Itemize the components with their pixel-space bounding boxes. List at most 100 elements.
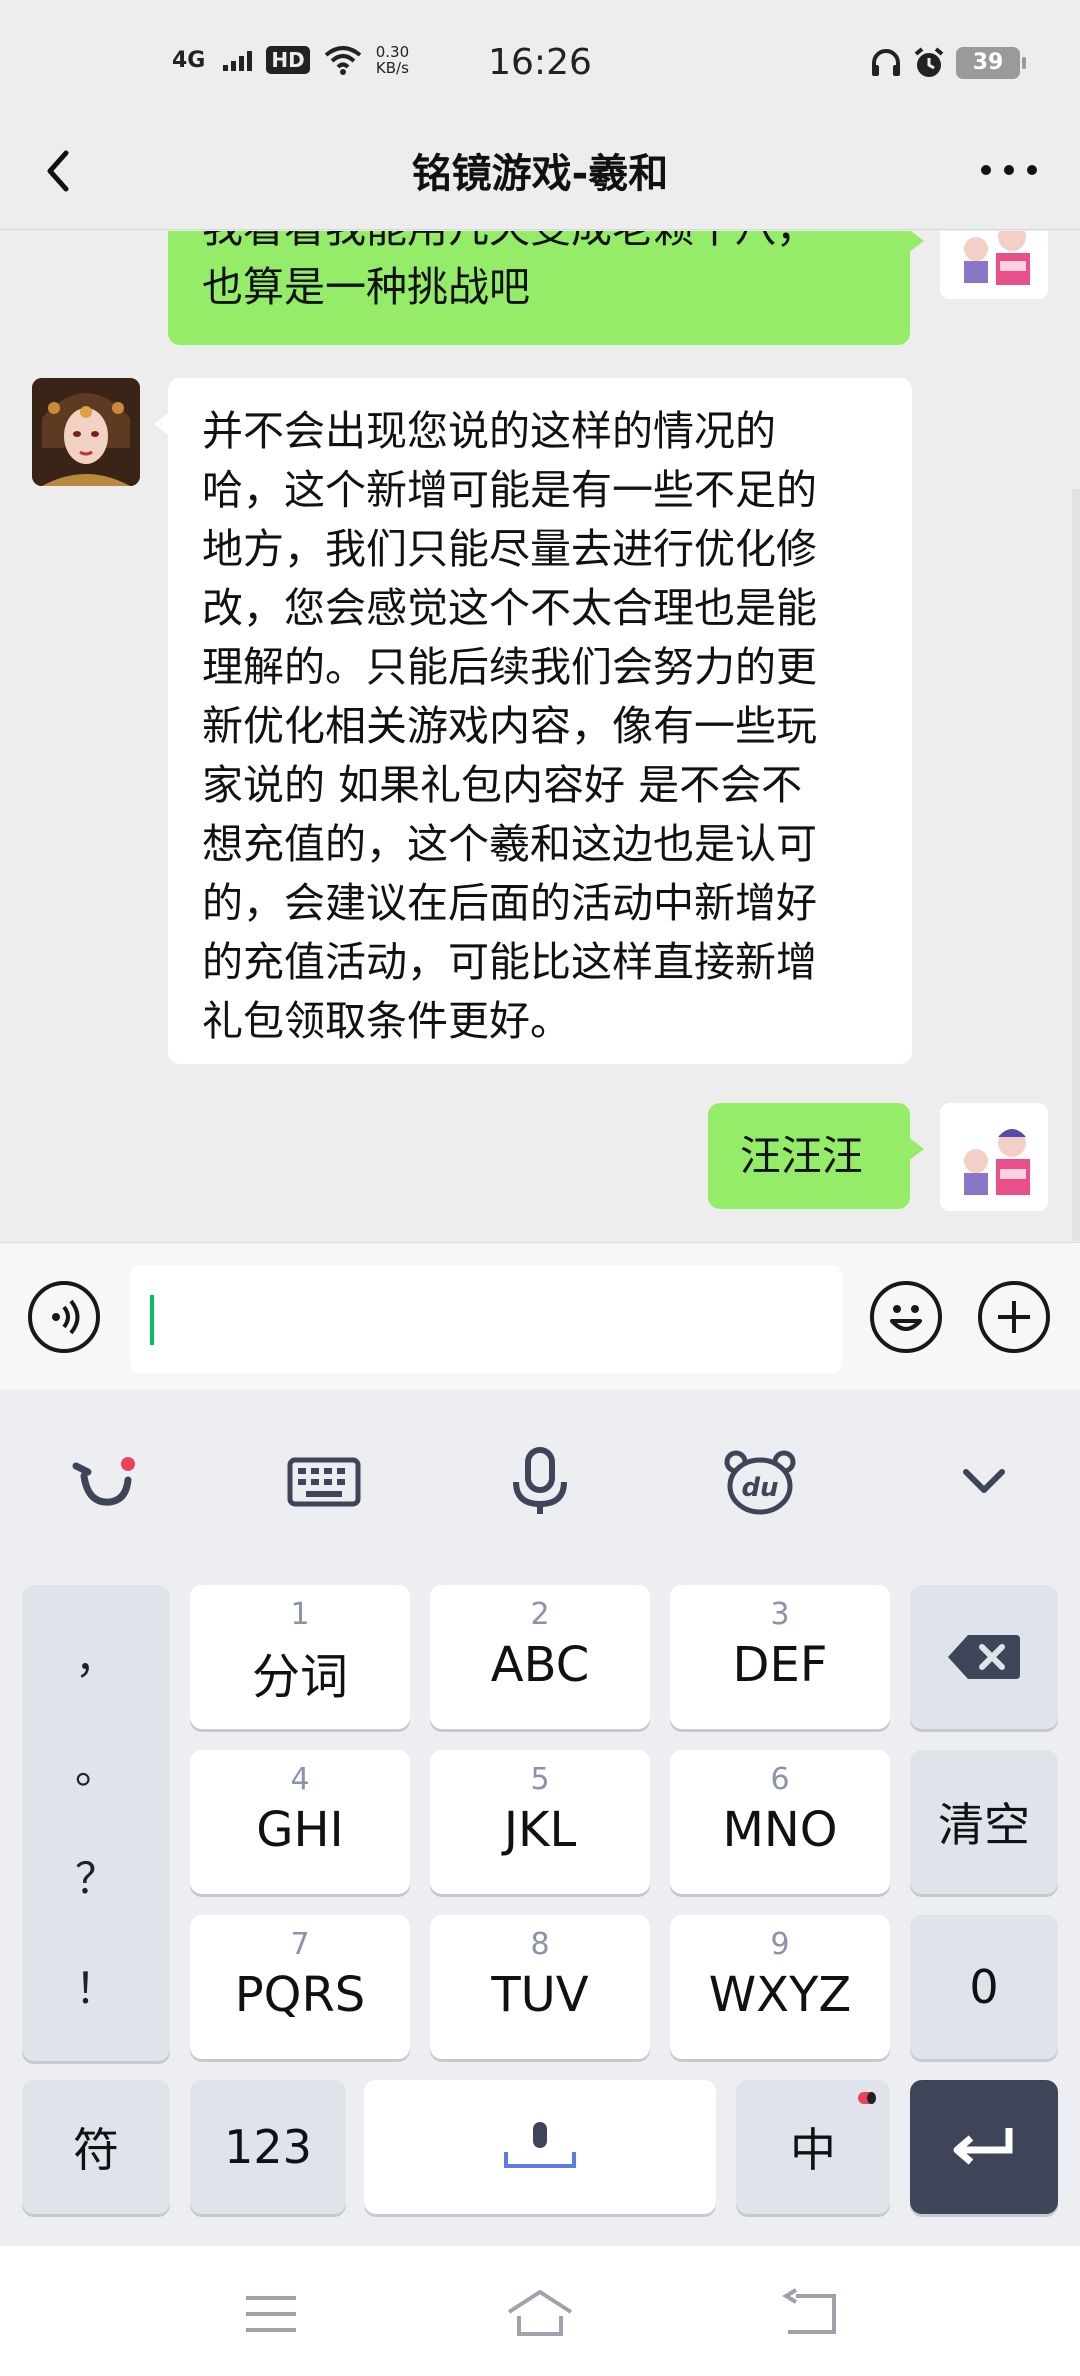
message-line: 也算是一种挑战吧 (202, 263, 530, 311)
key-number: 2 (530, 1597, 550, 1632)
key-2[interactable]: 2 ABC (430, 1585, 650, 1729)
more-icon[interactable] (974, 145, 1044, 195)
key-number: 8 (530, 1927, 550, 1962)
menu-icon[interactable] (236, 2286, 306, 2342)
chinese-mode-key[interactable]: 中 (736, 2080, 890, 2214)
keyboard-icon[interactable] (284, 1442, 364, 1522)
headphones-icon (872, 49, 900, 76)
symbol-key-label: 符 (73, 2123, 119, 2177)
symbol-key[interactable]: 符 (22, 2080, 170, 2214)
message-bubble-outgoing[interactable]: 我看看我能用几天变成老赖十八， 也算是一种挑战吧 (168, 231, 924, 345)
message-line: 改，您会感觉这个不太合理也是能 (202, 584, 817, 632)
mode-indicator-icon (858, 2092, 876, 2104)
backspace-key[interactable] (910, 1585, 1058, 1729)
key-label: ABC (490, 1637, 590, 1693)
numeric-key[interactable]: 123 (190, 2080, 346, 2214)
key-number: 9 (770, 1927, 790, 1962)
clear-key-label: 清空 (938, 1798, 1030, 1852)
key-label: GHI (256, 1802, 344, 1858)
chat-header: 铭镜游戏-羲和 (0, 115, 1080, 230)
system-navigation-bar (0, 2246, 1080, 2376)
message-line: 汪汪汪 (740, 1132, 863, 1180)
message-line: 家说的 如果礼包内容好 是不会不 (202, 761, 803, 809)
message-line: 新优化相关游戏内容，像有一些玩 (202, 702, 817, 750)
message-line: 礼包领取条件更好。 (202, 997, 571, 1045)
message-bubble-incoming[interactable]: 并不会出现您说的这样的情况的 哈，这个新增可能是有一些不足的 地方，我们只能尽量… (154, 378, 912, 1064)
space-key[interactable] (364, 2080, 716, 2214)
message-bubble-outgoing[interactable]: 汪汪汪 (708, 1103, 924, 1209)
svg-text:du: du (741, 1473, 778, 1503)
key-6[interactable]: 6 MNO (670, 1750, 890, 1894)
contact-avatar[interactable] (32, 378, 140, 486)
zero-key[interactable]: 0 (910, 1915, 1058, 2059)
message-list[interactable]: 我看看我能用几天变成老赖十八， 也算是一种挑战吧 并不会出现您 (0, 231, 1080, 1241)
key-7[interactable]: 7 PQRS (190, 1915, 410, 2059)
key-number: 7 (290, 1927, 310, 1962)
message-line: 并不会出现您说的这样的情况的 (202, 407, 776, 455)
status-right: 39 (870, 46, 1026, 80)
punct-comma[interactable]: ， (22, 1625, 170, 1686)
message-line: 我看看我能用几天变成老赖十八， (202, 231, 876, 258)
key-label: 分词 (251, 1649, 348, 1705)
key-label: MNO (722, 1802, 838, 1858)
enter-key[interactable] (910, 2080, 1058, 2214)
message-line: 的，会建议在后面的活动中新增好 (202, 879, 817, 927)
key-label: TUV (491, 1967, 589, 2023)
more-functions-button[interactable] (978, 1281, 1050, 1353)
key-5[interactable]: 5 JKL (430, 1750, 650, 1894)
key-number: 1 (290, 1597, 310, 1632)
chat-scrollbar[interactable] (1072, 489, 1080, 1241)
smile-logo-icon[interactable] (66, 1442, 146, 1522)
zero-key-label: 0 (969, 1960, 999, 2014)
collapse-chevron-icon[interactable] (944, 1442, 1024, 1522)
key-number: 3 (770, 1597, 790, 1632)
key-number: 6 (770, 1762, 790, 1797)
voice-space-icon (504, 2122, 576, 2168)
message-line: 的充值活动，可能比这样直接新增 (202, 938, 817, 986)
key-3[interactable]: 3 DEF (670, 1585, 890, 1729)
key-number: 5 (530, 1762, 550, 1797)
punct-exclaim[interactable]: ！ (22, 1955, 170, 2016)
couple-cartoon-icon (940, 231, 1048, 299)
key-9[interactable]: 9 WXYZ (670, 1915, 890, 2059)
key-number: 4 (290, 1762, 310, 1797)
my-avatar[interactable] (940, 231, 1048, 299)
plus-icon (998, 1301, 1030, 1333)
back-nav-icon[interactable] (774, 2286, 844, 2342)
key-label: PQRS (234, 1967, 366, 2023)
backspace-icon (948, 1635, 1020, 1679)
key-label: JKL (503, 1802, 577, 1858)
emoji-icon (890, 1305, 922, 1331)
punct-period[interactable]: 。 (22, 1735, 170, 1796)
key-1[interactable]: 1 分词 (190, 1585, 410, 1729)
clear-key[interactable]: 清空 (910, 1750, 1058, 1894)
key-label: DEF (732, 1637, 828, 1693)
message-input[interactable] (130, 1265, 842, 1373)
enter-icon (953, 2128, 1013, 2165)
numeric-key-label: 123 (224, 2120, 312, 2174)
home-icon[interactable] (505, 2286, 575, 2342)
message-line: 理解的。只能后续我们会努力的更 (202, 643, 817, 691)
punctuation-column[interactable]: ， 。 ？ ！ (22, 1585, 170, 2061)
key-8[interactable]: 8 TUV (430, 1915, 650, 2059)
my-avatar[interactable] (940, 1103, 1048, 1211)
microphone-icon[interactable] (500, 1442, 580, 1522)
du-bear-icon[interactable]: du (720, 1442, 800, 1522)
ime-keyboard: du ， 。 ？ ！ 1 分词 2 ABC 3 DEF 4 GHI 5 JKL … (0, 1390, 1080, 2246)
message-line: 哈，这个新增可能是有一些不足的 (202, 466, 817, 514)
message-line: 地方，我们只能尽量去进行优化修 (202, 525, 817, 573)
voice-icon (52, 1299, 80, 1335)
input-bar (0, 1242, 1080, 1390)
text-caret (150, 1295, 154, 1345)
message-line: 想充值的，这个羲和这边也是认可 (202, 820, 817, 868)
character-portrait-icon (32, 378, 140, 486)
chinese-mode-label: 中 (790, 2123, 836, 2177)
voice-button[interactable] (28, 1281, 100, 1353)
punct-question[interactable]: ？ (22, 1845, 170, 1906)
chat-title: 铭镜游戏-羲和 (411, 151, 669, 197)
emoji-button[interactable] (870, 1281, 942, 1353)
key-4[interactable]: 4 GHI (190, 1750, 410, 1894)
key-label: WXYZ (708, 1967, 852, 2023)
alarm-icon (914, 47, 944, 77)
status-bar: 4G HD 0.30 KB/s 16:26 39 (0, 0, 1080, 130)
